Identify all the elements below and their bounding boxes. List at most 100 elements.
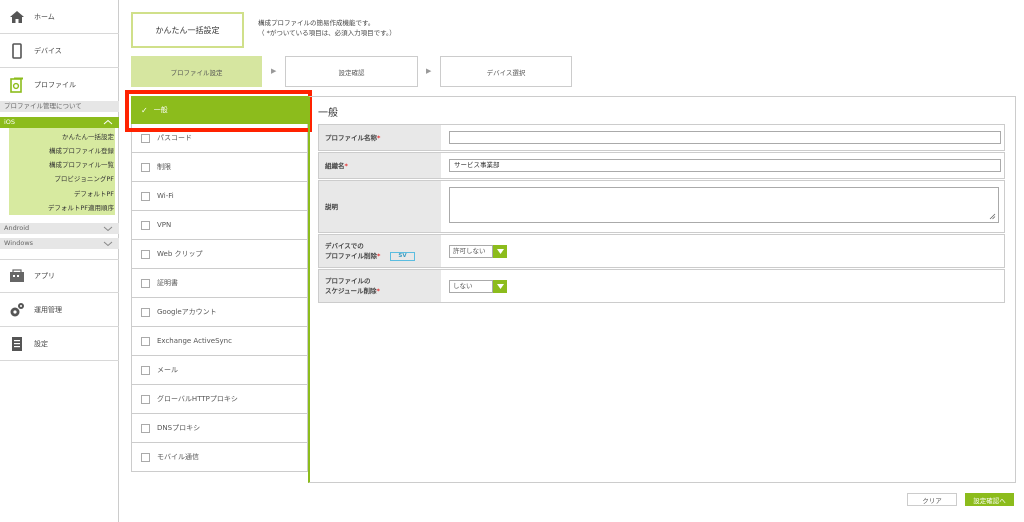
nav-app[interactable]: アプリ	[0, 259, 119, 293]
submenu-register[interactable]: 構成プロファイル登録	[49, 145, 114, 155]
submenu-default-pf[interactable]: デフォルトPF	[74, 188, 114, 198]
category-label: VPN	[157, 221, 172, 229]
category-item-restrictions[interactable]: 制限	[131, 153, 308, 182]
nav-ops[interactable]: 運用管理	[0, 293, 119, 327]
required-mark: *	[377, 133, 381, 142]
category-item-vpn[interactable]: VPN	[131, 211, 308, 240]
field-label: 組織名*	[319, 153, 441, 178]
category-label: 一般	[153, 106, 168, 114]
label-line2: プロファイル削除	[325, 252, 377, 260]
nav-settings-label: 設定	[34, 339, 48, 348]
category-item-http-proxy[interactable]: グローバルHTTPプロキシ	[131, 385, 308, 414]
checkbox[interactable]	[141, 162, 150, 172]
description-textarea[interactable]	[449, 187, 999, 223]
category-item-web-clip[interactable]: Web クリップ	[131, 240, 308, 269]
submenu-quick-setup[interactable]: かんたん一括設定	[62, 131, 114, 141]
step-confirm[interactable]: 設定確認	[285, 56, 418, 87]
category-item-dns-proxy[interactable]: DNSプロキシ	[131, 414, 308, 443]
app-icon	[6, 269, 28, 283]
required-mark: *	[376, 287, 380, 295]
category-label: Exchange ActiveSync	[157, 337, 232, 345]
required-mark: *	[377, 252, 381, 260]
checkbox[interactable]	[141, 307, 150, 317]
field-label: プロファイル名称*	[319, 125, 441, 150]
category-label: DNSプロキシ	[157, 424, 201, 432]
category-label: Web クリップ	[157, 250, 203, 258]
nav-profile-label: プロファイル	[34, 81, 76, 89]
label-text: 説明	[325, 202, 338, 211]
nav-settings[interactable]: 設定	[0, 327, 119, 361]
step-profile-settings[interactable]: プロファイル設定	[131, 56, 262, 87]
page-description-line1: 構成プロファイルの簡易作成機能です。	[258, 19, 375, 27]
form-row-description: 説明	[318, 180, 1005, 233]
label-text: 組織名	[325, 161, 345, 170]
profile-name-input[interactable]	[449, 131, 1001, 144]
step-device-select[interactable]: デバイス選択	[440, 56, 572, 87]
category-label: Wi-Fi	[157, 192, 174, 200]
field-label: 説明	[319, 181, 441, 232]
form-row-org: 組織名* サービス事業部	[318, 152, 1005, 179]
category-label: 制限	[157, 163, 171, 171]
nav-home-label: ホーム	[34, 12, 55, 21]
form-title: 一般	[318, 108, 338, 119]
schedule-delete-select[interactable]: しない	[449, 280, 493, 293]
category-item-wifi[interactable]: Wi-Fi	[131, 182, 308, 211]
field-label: プロファイルの スケジュール削除*	[319, 270, 441, 302]
checkbox[interactable]	[141, 249, 150, 259]
nav-device-label: デバイス	[34, 46, 62, 55]
category-item-passcode[interactable]: パスコード	[131, 124, 308, 153]
checkbox[interactable]	[141, 278, 150, 288]
chevron-down-icon	[103, 223, 113, 238]
checkbox[interactable]	[141, 365, 150, 375]
submenu-default-order[interactable]: デフォルトPF適用順序	[48, 202, 114, 212]
category-item-certificate[interactable]: 証明書	[131, 269, 308, 298]
home-icon	[6, 10, 28, 24]
checkbox[interactable]	[141, 394, 150, 404]
nav-app-label: アプリ	[34, 272, 55, 280]
sidebar-about[interactable]: プロファイル管理について	[0, 101, 119, 112]
submenu-provisioning[interactable]: プロビジョニングPF	[54, 173, 114, 183]
device-delete-select[interactable]: 許可しない	[449, 245, 493, 258]
sidebar-ios[interactable]: iOS	[0, 117, 119, 128]
label-line1: デバイスでの	[325, 242, 364, 250]
category-item-exchange[interactable]: Exchange ActiveSync	[131, 327, 308, 356]
clear-button[interactable]: クリア	[907, 493, 957, 506]
checkbox[interactable]	[141, 133, 150, 143]
step-arrow-icon: ▶	[426, 67, 432, 75]
sidebar-ios-label: iOS	[4, 118, 16, 126]
category-label: 証明書	[157, 279, 178, 287]
form-row-device-delete: デバイスでの プロファイル削除* SV 許可しない	[318, 234, 1005, 268]
nav-device[interactable]: デバイス	[0, 34, 119, 68]
checkbox[interactable]	[141, 423, 150, 433]
org-name-input[interactable]: サービス事業部	[449, 159, 1001, 172]
submenu-list[interactable]: 構成プロファイル一覧	[49, 159, 114, 169]
dropdown-arrow-icon[interactable]	[493, 245, 507, 258]
label-text: プロファイル名称	[325, 133, 377, 142]
field-label: デバイスでの プロファイル削除* SV	[319, 235, 441, 267]
step-arrow-icon: ▶	[271, 67, 277, 75]
sidebar-windows[interactable]: Windows	[0, 238, 119, 249]
checkbox[interactable]	[141, 336, 150, 346]
nav-profile[interactable]: プロファイル	[0, 68, 119, 102]
gear-icon	[6, 302, 28, 318]
resize-handle-icon[interactable]	[989, 213, 996, 220]
sidebar: ホーム デバイス プロファイル プロファイル管理について iOS かんたん一括設…	[0, 0, 119, 522]
category-item-general[interactable]: ✓ 一般	[131, 96, 308, 124]
checkbox[interactable]	[141, 452, 150, 462]
nav-home[interactable]: ホーム	[0, 0, 119, 34]
label-line2: スケジュール削除	[325, 287, 377, 295]
page-title: かんたん一括設定	[131, 12, 244, 48]
category-item-google-account[interactable]: Googleアカウント	[131, 298, 308, 327]
category-item-mail[interactable]: メール	[131, 356, 308, 385]
page-description: 構成プロファイルの簡易作成機能です。 （ *がついている項目は、必須入力項目です…	[258, 18, 396, 38]
required-mark: *	[344, 161, 348, 170]
form-row-schedule-delete: プロファイルの スケジュール削除* しない	[318, 269, 1005, 303]
checkbox[interactable]	[141, 191, 150, 201]
page-description-line2: （ *がついている項目は、必須入力項目です。）	[258, 29, 396, 37]
checkbox[interactable]	[141, 220, 150, 230]
confirm-settings-button[interactable]: 設定確認へ	[965, 493, 1014, 506]
category-label: モバイル通信	[157, 453, 199, 461]
category-item-mobile[interactable]: モバイル通信	[131, 443, 308, 472]
dropdown-arrow-icon[interactable]	[493, 280, 507, 293]
sidebar-android[interactable]: Android	[0, 223, 119, 234]
